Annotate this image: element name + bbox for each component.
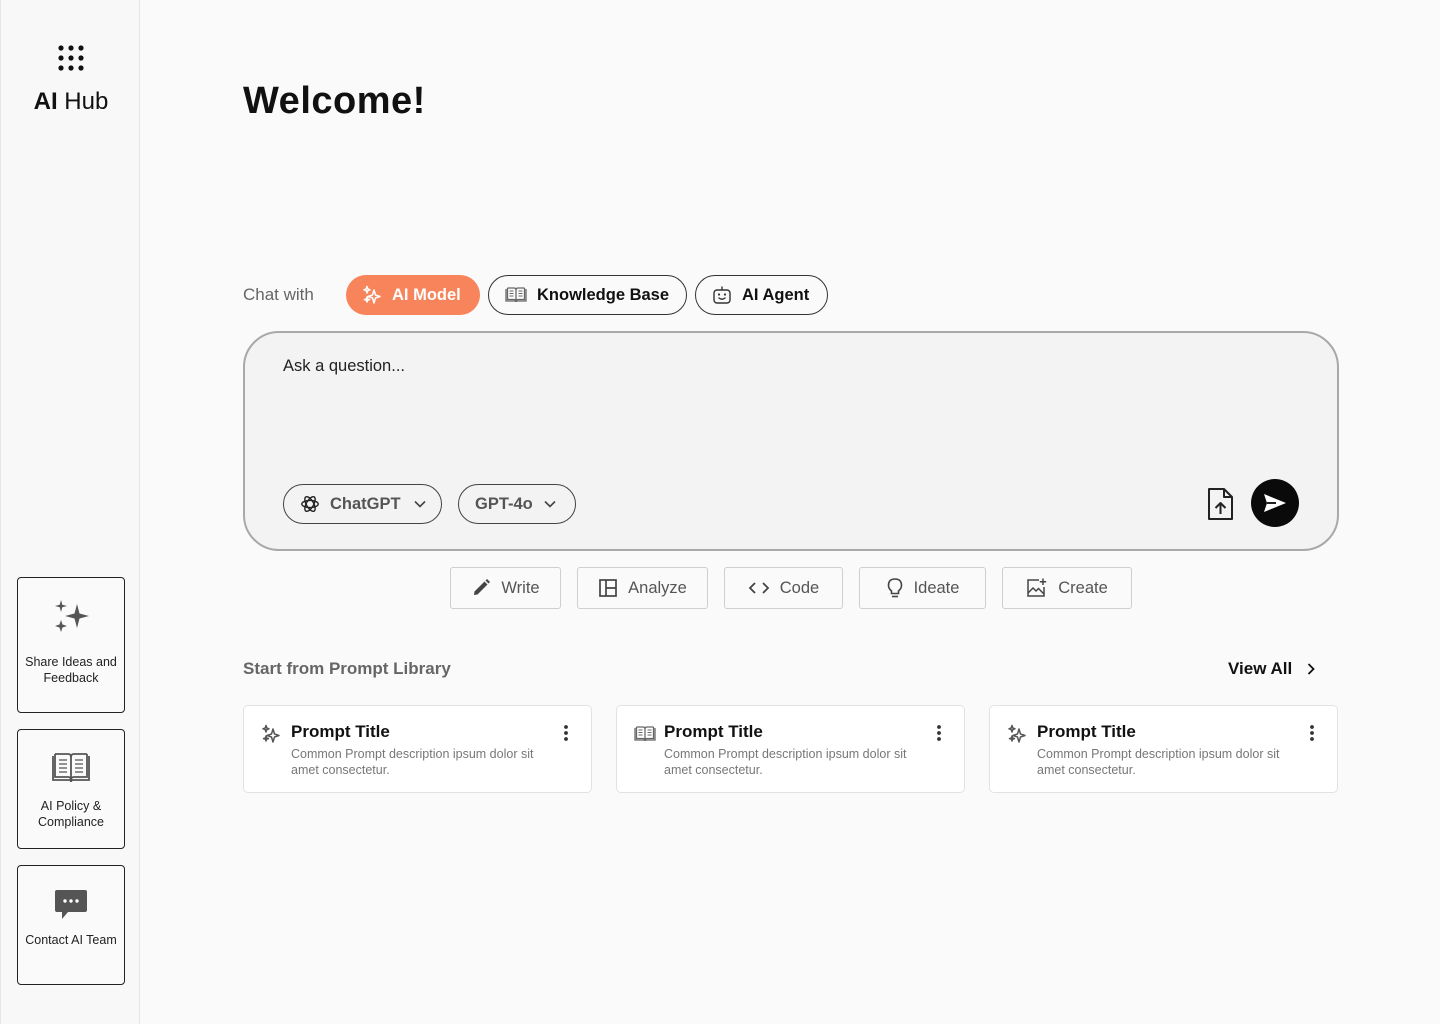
prompt-description: Common Prompt description ipsum dolor si… xyxy=(1037,747,1280,777)
page-title: Welcome! xyxy=(243,80,426,122)
sparkles-icon xyxy=(262,724,280,743)
chat-bubble-icon xyxy=(55,890,87,919)
prompt-card[interactable]: Prompt Title Common Prompt description i… xyxy=(243,705,592,793)
chevron-right-icon xyxy=(1308,663,1316,675)
sidebar: AI Hub Share Ideas and Feedback AI Polic… xyxy=(0,0,140,1024)
share-ideas-label: Share Ideas and Feedback xyxy=(25,655,117,685)
write-button[interactable]: Write xyxy=(450,567,561,609)
sparkles-icon xyxy=(1008,724,1026,743)
book-icon xyxy=(505,287,527,303)
lightbulb-icon xyxy=(887,578,902,598)
chevron-down-icon xyxy=(544,500,556,508)
send-icon xyxy=(1264,494,1286,512)
prompt-card[interactable]: Prompt Title Common Prompt description i… xyxy=(989,705,1338,793)
contact-team-label: Contact AI Team xyxy=(25,933,117,947)
question-input[interactable] xyxy=(283,357,1183,376)
ai-policy-label: AI Policy & Compliance xyxy=(37,799,104,829)
prompt-title: Prompt Title xyxy=(1037,722,1136,741)
chevron-down-icon xyxy=(414,500,426,508)
code-label: Code xyxy=(779,578,820,597)
model-label: GPT-4o xyxy=(475,494,533,513)
mode-label: AI Agent xyxy=(742,285,810,304)
create-button[interactable]: Create xyxy=(1002,567,1132,609)
openai-icon xyxy=(301,495,319,513)
mode-knowledge-base-button[interactable]: Knowledge Base xyxy=(488,275,687,315)
chat-with-label: Chat with xyxy=(243,285,314,304)
analyze-button[interactable]: Analyze xyxy=(577,567,708,609)
prompt-card[interactable]: Prompt Title Common Prompt description i… xyxy=(616,705,965,793)
view-all-link[interactable]: View All xyxy=(1228,659,1316,679)
apps-grid-icon[interactable] xyxy=(58,45,84,71)
provider-dropdown[interactable]: ChatGPT xyxy=(283,484,442,524)
create-label: Create xyxy=(1058,578,1108,597)
ai-policy-card[interactable]: AI Policy & Compliance xyxy=(17,729,125,849)
mode-label: AI Model xyxy=(392,285,461,304)
more-vertical-icon[interactable] xyxy=(563,724,569,742)
mode-ai-agent-button[interactable]: AI Agent xyxy=(695,275,828,315)
more-vertical-icon[interactable] xyxy=(936,724,942,742)
ideate-label: Ideate xyxy=(913,578,960,597)
code-button[interactable]: Code xyxy=(724,567,843,609)
more-vertical-icon[interactable] xyxy=(1309,724,1315,742)
model-dropdown[interactable]: GPT-4o xyxy=(458,484,576,524)
write-label: Write xyxy=(501,578,540,597)
provider-label: ChatGPT xyxy=(330,494,401,513)
contact-team-card[interactable]: Contact AI Team xyxy=(17,865,125,985)
app-brand: AI Hub xyxy=(33,88,109,115)
analyze-label: Analyze xyxy=(628,578,687,597)
share-ideas-card[interactable]: Share Ideas and Feedback xyxy=(17,577,125,713)
book-icon xyxy=(634,726,656,742)
sparkles-icon xyxy=(55,600,89,632)
mode-label: Knowledge Base xyxy=(537,285,670,304)
prompt-library-title: Start from Prompt Library xyxy=(243,659,451,678)
robot-icon xyxy=(713,286,731,304)
open-book-icon xyxy=(52,753,90,783)
view-all-label: View All xyxy=(1228,659,1293,678)
code-icon xyxy=(748,582,770,594)
prompt-description: Common Prompt description ipsum dolor si… xyxy=(291,747,534,777)
image-add-icon xyxy=(1027,578,1047,597)
chat-box: ChatGPT GPT-4o xyxy=(243,331,1339,551)
prompt-description: Common Prompt description ipsum dolor si… xyxy=(664,747,907,777)
ideate-button[interactable]: Ideate xyxy=(859,567,986,609)
prompt-title: Prompt Title xyxy=(291,722,390,741)
file-upload-icon[interactable] xyxy=(1205,487,1235,521)
mode-ai-model-button[interactable]: AI Model xyxy=(346,275,480,315)
prompt-title: Prompt Title xyxy=(664,722,763,741)
send-button[interactable] xyxy=(1251,479,1299,527)
sparkles-icon xyxy=(363,285,381,304)
layout-icon xyxy=(599,579,617,597)
pencil-icon xyxy=(474,579,491,595)
